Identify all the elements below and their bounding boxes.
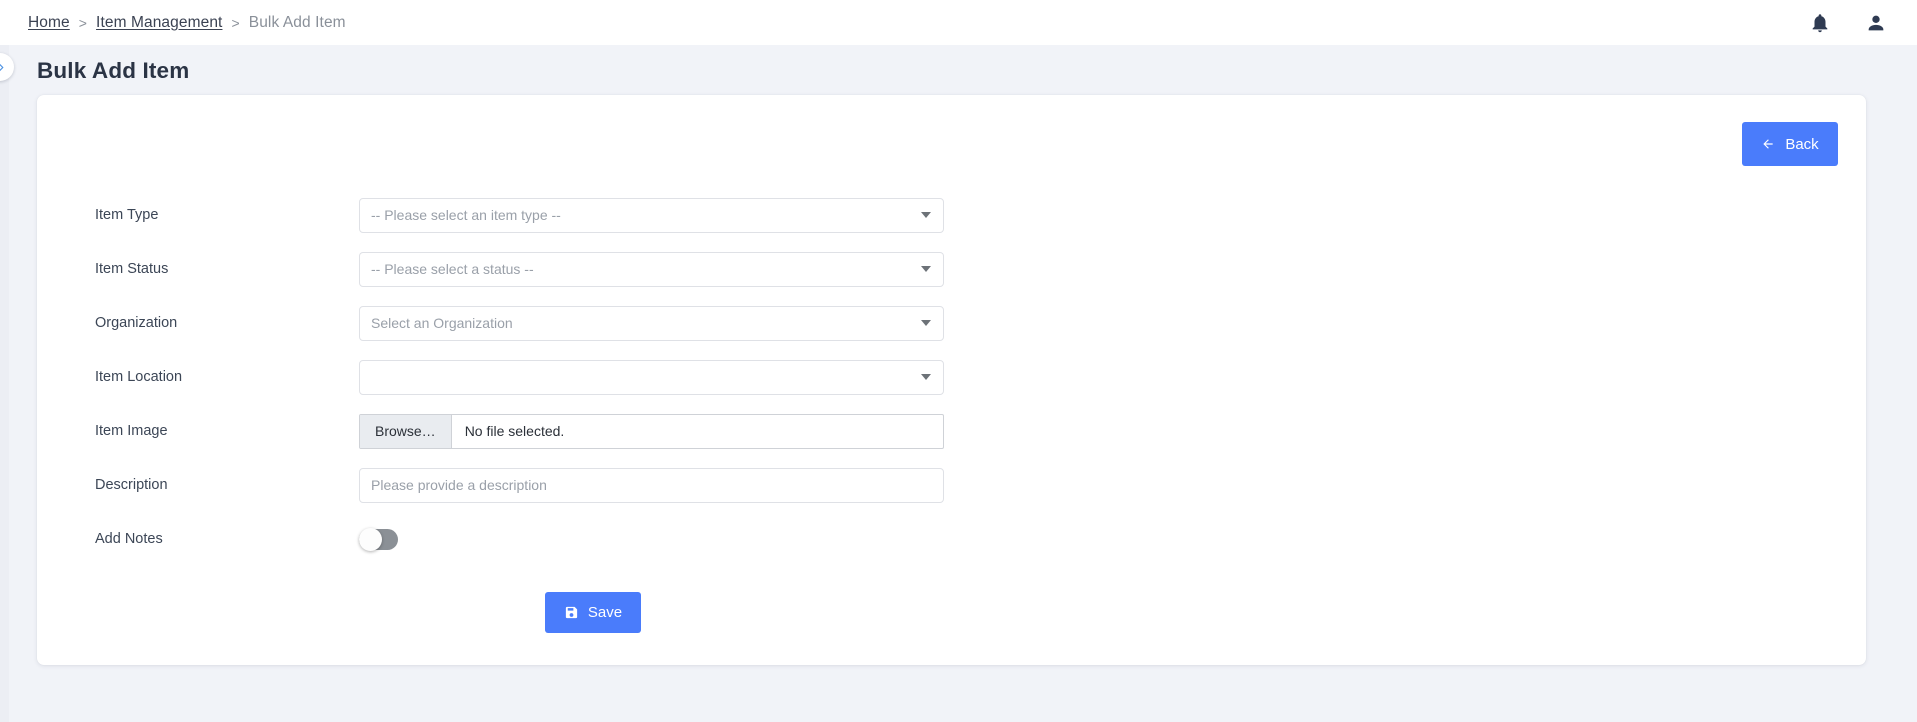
- user-icon[interactable]: [1865, 12, 1887, 34]
- file-status-text: No file selected.: [464, 423, 565, 439]
- top-header-bar: Home > Item Management > Bulk Add Item: [0, 0, 1917, 45]
- label-description: Description: [95, 477, 168, 493]
- form-row-item-image: Item Image Browse… No file selected.: [59, 404, 1839, 458]
- breadcrumb-current: Bulk Add Item: [248, 13, 346, 31]
- organization-value: Select an Organization: [371, 315, 513, 331]
- save-button[interactable]: Save: [545, 592, 641, 633]
- item-status-select[interactable]: -- Please select a status --: [359, 251, 944, 287]
- chevron-down-icon: [921, 212, 931, 218]
- breadcrumb-home[interactable]: Home: [28, 14, 70, 32]
- form-row-add-notes: Add Notes: [59, 512, 1839, 566]
- back-button-label: Back: [1785, 135, 1819, 153]
- bulk-add-item-card: Back Item Type -- Please select an item …: [37, 95, 1866, 665]
- form-row-organization: Organization Select an Organization: [59, 296, 1839, 350]
- form-row-description: Description: [59, 458, 1839, 512]
- arrow-left-icon: [1763, 139, 1773, 149]
- save-floppy-icon: [565, 606, 578, 619]
- label-add-notes: Add Notes: [95, 531, 163, 547]
- item-location-select[interactable]: [359, 359, 944, 395]
- organization-select[interactable]: Select an Organization: [359, 305, 944, 341]
- label-item-status: Item Status: [95, 261, 169, 277]
- chevron-down-icon: [921, 320, 931, 326]
- breadcrumb-separator-2: >: [231, 14, 240, 31]
- bell-icon[interactable]: [1809, 12, 1831, 34]
- chevron-down-icon: [921, 266, 931, 272]
- label-item-type: Item Type: [95, 207, 159, 223]
- page-title: Bulk Add Item: [37, 58, 190, 83]
- chevron-right-icon: [0, 63, 4, 71]
- label-organization: Organization: [95, 315, 178, 331]
- label-item-location: Item Location: [95, 369, 183, 385]
- bulk-add-item-form: Item Type -- Please select an item type …: [59, 188, 1839, 633]
- item-type-value: -- Please select an item type --: [371, 207, 561, 223]
- form-row-item-location: Item Location: [59, 350, 1839, 404]
- form-row-item-type: Item Type -- Please select an item type …: [59, 188, 1839, 242]
- browse-button[interactable]: Browse…: [360, 414, 452, 448]
- chevron-down-icon: [921, 374, 931, 380]
- breadcrumb-separator-1: >: [78, 14, 88, 31]
- breadcrumb-item-management[interactable]: Item Management: [96, 14, 222, 32]
- item-image-file-input[interactable]: Browse… No file selected.: [359, 413, 944, 449]
- save-button-label: Save: [587, 604, 623, 621]
- toggle-knob: [359, 527, 382, 551]
- sidebar-toggle-button[interactable]: [0, 53, 14, 81]
- add-notes-toggle[interactable]: [359, 527, 398, 551]
- save-button-row: Save: [59, 592, 1839, 633]
- label-item-image: Item Image: [95, 423, 168, 439]
- description-input[interactable]: [359, 467, 944, 503]
- item-type-select[interactable]: -- Please select an item type --: [359, 197, 944, 233]
- item-status-value: -- Please select a status --: [371, 261, 534, 277]
- form-row-item-status: Item Status -- Please select a status --: [59, 242, 1839, 296]
- back-button[interactable]: Back: [1742, 122, 1838, 166]
- collapsed-sidebar-rail: [0, 45, 9, 722]
- breadcrumb: Home > Item Management > Bulk Add Item: [28, 14, 346, 32]
- header-actions: [1809, 12, 1895, 34]
